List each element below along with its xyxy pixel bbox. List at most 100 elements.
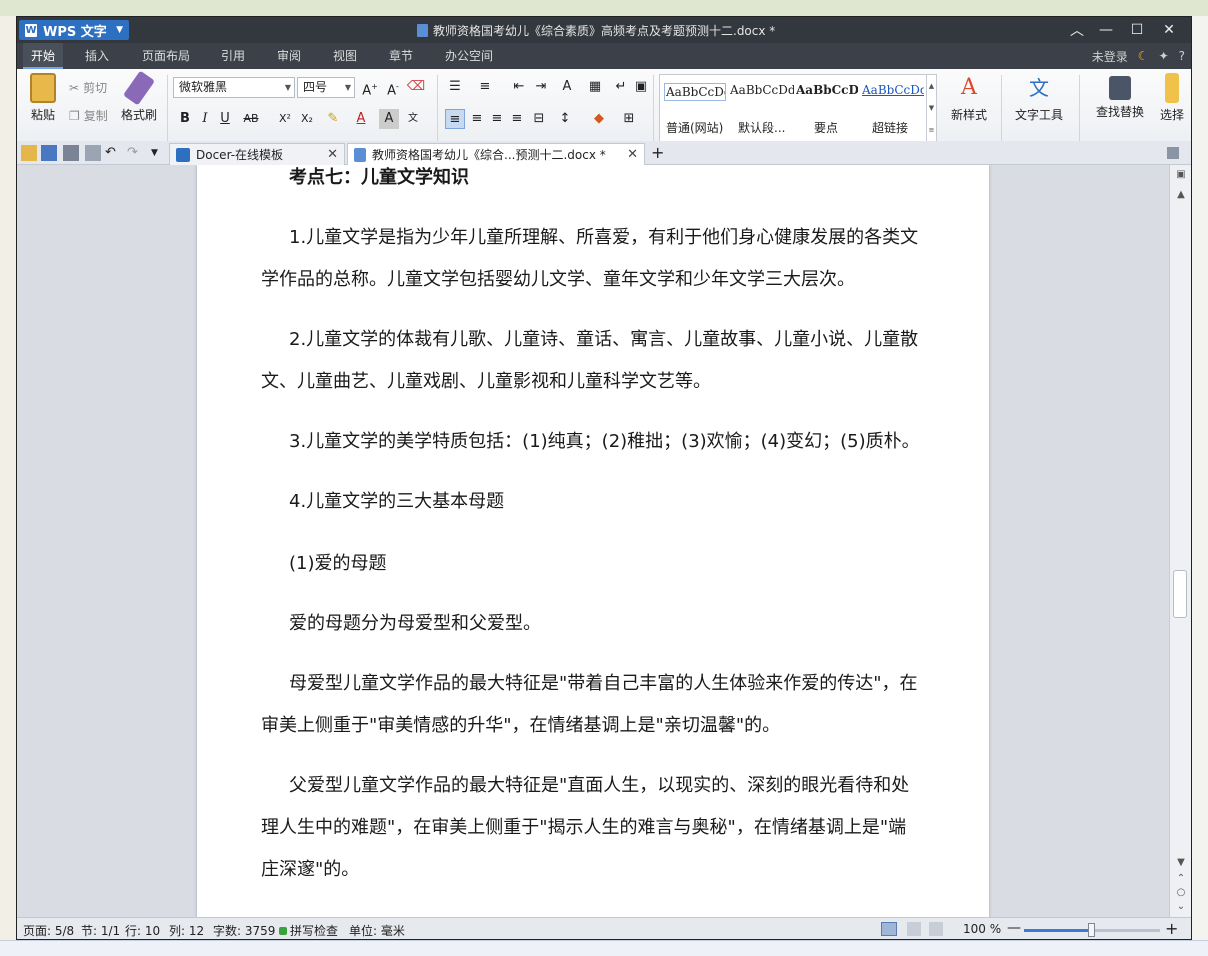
new-tab-icon[interactable]: +: [651, 145, 667, 161]
font-name-select[interactable]: 微软雅黑 ▼: [173, 77, 295, 98]
superscript-button[interactable]: X²: [275, 109, 295, 129]
underline-button[interactable]: U: [215, 109, 235, 129]
theme-icon[interactable]: ☾: [1138, 49, 1149, 63]
borders-icon[interactable]: ⊞: [619, 109, 639, 129]
subscript-button[interactable]: X₂: [297, 109, 317, 129]
ruler-toggle-icon[interactable]: ▣: [1175, 169, 1187, 180]
vertical-scrollbar[interactable]: ▣ ▲ ▼ ⌃ ○ ⌄: [1169, 165, 1191, 917]
copy-button[interactable]: ❐ 复制: [69, 107, 108, 124]
app-menu-button[interactable]: W WPS 文字 ▼: [19, 20, 129, 40]
outline-view-icon[interactable]: [907, 922, 921, 936]
numbered-list-icon[interactable]: ≡: [475, 77, 495, 97]
table-icon[interactable]: ▦: [585, 77, 605, 97]
app-name: WPS 文字: [43, 24, 107, 40]
justify-icon[interactable]: ≡: [507, 109, 527, 129]
text-direction-icon[interactable]: A: [557, 77, 577, 97]
style-sample-hyperlink[interactable]: AaBbCcDd: [862, 83, 924, 97]
status-bar: 页面: 5/8 节: 1/1 行: 10 列: 12 字数: 3759 拼写检查…: [17, 917, 1191, 939]
cut-button[interactable]: ✂ 剪切: [69, 79, 107, 96]
tab-docer-templates[interactable]: Docer-在线模板 ✕: [169, 143, 345, 165]
tab-current-document[interactable]: 教师资格国考幼儿《综合...预测十二.docx * ✕: [347, 143, 645, 165]
format-painter-button[interactable]: 格式刷: [117, 70, 161, 123]
caret-down-icon: ▼: [116, 25, 123, 35]
scroll-up-icon[interactable]: ▲: [1175, 189, 1187, 200]
paste-button[interactable]: 粘贴: [23, 73, 63, 123]
tab-references[interactable]: 引用: [213, 43, 253, 69]
browse-object-icon[interactable]: ○: [1175, 887, 1187, 898]
paragraph-mark-icon[interactable]: ↵: [611, 77, 631, 97]
skin-icon[interactable]: ✦: [1159, 49, 1169, 63]
font-color-button[interactable]: A: [351, 109, 371, 129]
tab-list-icon[interactable]: [1167, 147, 1179, 159]
tab-review[interactable]: 审阅: [269, 43, 309, 69]
line-spacing-icon[interactable]: ↕: [555, 109, 575, 129]
background-toolbar-strip: [0, 940, 1208, 956]
increase-indent-icon[interactable]: ⇥: [531, 77, 551, 97]
background-strip-top: [0, 0, 1208, 16]
print-icon[interactable]: [63, 145, 79, 161]
undo-icon[interactable]: ↶: [105, 145, 121, 161]
show-hide-icon[interactable]: ▣: [631, 77, 651, 97]
zoom-slider[interactable]: [1024, 923, 1160, 937]
scroll-down-icon[interactable]: ▼: [1175, 857, 1187, 868]
distributed-icon[interactable]: ⊟: [529, 109, 549, 129]
ribbon-collapse-button[interactable]: ︿: [1063, 20, 1091, 40]
save-icon[interactable]: [41, 145, 57, 161]
format-painter-label: 格式刷: [120, 108, 157, 122]
open-icon[interactable]: [21, 145, 37, 161]
bold-button[interactable]: B: [175, 109, 195, 129]
select-button[interactable]: 选择: [1157, 73, 1187, 123]
scroll-thumb[interactable]: [1173, 570, 1187, 618]
bullet-list-icon[interactable]: ☰: [445, 77, 465, 97]
char-shading-button[interactable]: A: [379, 109, 399, 129]
maximize-button[interactable]: ☐: [1123, 20, 1151, 40]
decrease-indent-icon[interactable]: ⇤: [509, 77, 529, 97]
tab-office-space[interactable]: 办公空间: [437, 43, 501, 69]
word-count[interactable]: 字数: 3759: [213, 922, 275, 939]
italic-button[interactable]: I: [195, 109, 215, 129]
zoom-level[interactable]: 100 %: [963, 922, 1001, 936]
find-replace-button[interactable]: 查找替换: [1087, 73, 1153, 120]
font-size-select[interactable]: 四号 ▼: [297, 77, 355, 98]
help-button[interactable]: ?: [1179, 49, 1185, 63]
phonetic-guide-icon[interactable]: 文: [403, 109, 423, 129]
tab-view[interactable]: 视图: [325, 43, 365, 69]
close-button[interactable]: ✕: [1155, 20, 1183, 40]
next-page-icon[interactable]: ⌄: [1175, 901, 1187, 912]
minimize-button[interactable]: —: [1092, 20, 1120, 40]
tab-chapter[interactable]: 章节: [381, 43, 421, 69]
style-sample-web[interactable]: AaBbCcDd: [664, 83, 726, 101]
print-preview-icon[interactable]: [85, 145, 101, 161]
redo-icon[interactable]: ↷: [127, 145, 143, 161]
spell-check-toggle[interactable]: 拼写检查: [279, 922, 338, 939]
customize-icon[interactable]: ▼: [151, 145, 167, 161]
gallery-scroll[interactable]: ▲ ▼ ≡: [926, 75, 936, 143]
document-page[interactable]: 考点七：儿童文学知识 1.儿童文学是指为少年儿童所理解、所喜爱，有利于他们身心健…: [197, 165, 989, 917]
align-left-icon[interactable]: ≡: [445, 109, 465, 129]
login-status[interactable]: 未登录: [1092, 48, 1128, 65]
highlight-icon[interactable]: ✎: [323, 109, 343, 129]
zoom-thumb[interactable]: [1088, 923, 1095, 937]
close-tab-icon[interactable]: ✕: [627, 147, 638, 162]
tab-page-layout[interactable]: 页面布局: [134, 43, 198, 69]
align-right-icon[interactable]: ≡: [487, 109, 507, 129]
page-indicator[interactable]: 页面: 5/8: [23, 922, 74, 939]
shrink-font-icon[interactable]: A-: [383, 77, 403, 98]
prev-page-icon[interactable]: ⌃: [1175, 873, 1187, 884]
strikethrough-button[interactable]: AB: [241, 109, 261, 129]
style-sample-key-point[interactable]: AaBbCcDd: [796, 83, 858, 97]
new-style-button[interactable]: A 新样式: [941, 73, 997, 123]
zoom-in-button[interactable]: +: [1165, 919, 1178, 938]
web-view-icon[interactable]: [929, 922, 943, 936]
page-view-icon[interactable]: [881, 922, 897, 936]
shading-icon[interactable]: ◆: [589, 109, 609, 129]
style-sample-default[interactable]: AaBbCcDd: [730, 83, 794, 97]
align-center-icon[interactable]: ≡: [467, 109, 487, 129]
tab-home[interactable]: 开始: [23, 43, 64, 69]
tab-insert[interactable]: 插入: [77, 43, 117, 69]
text-tools-button[interactable]: 文 文字工具: [1007, 73, 1071, 123]
zoom-out-button[interactable]: —: [1007, 920, 1021, 936]
clear-format-icon[interactable]: ⌫: [406, 77, 426, 97]
grow-font-icon[interactable]: A+: [360, 77, 380, 98]
close-tab-icon[interactable]: ✕: [327, 147, 338, 162]
